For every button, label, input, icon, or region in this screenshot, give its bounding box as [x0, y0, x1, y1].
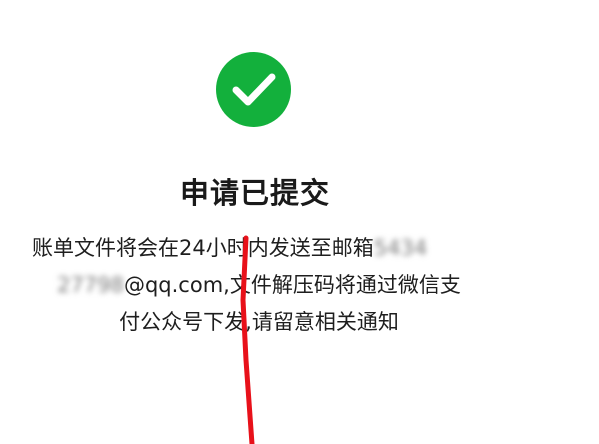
check-icon — [232, 73, 276, 106]
notice-text-3: 付公众号下发,请留意相关通知 — [119, 310, 399, 334]
notice-line-1: 账单文件将会在24小时内发送至邮箱5434 — [24, 230, 494, 267]
red-annotation-line — [240, 235, 255, 444]
notice-text-1: 账单文件将会在24小时内发送至邮箱 — [32, 236, 374, 260]
notice-text-2: 文件解压码将通过微信支 — [229, 273, 461, 297]
success-badge — [216, 52, 291, 127]
email-domain: @qq.com, — [123, 273, 230, 297]
masked-email-part-1: 5434 — [373, 236, 428, 260]
notice-line-2: 27798@qq.com,文件解压码将通过微信支 — [24, 267, 494, 304]
notice-line-3: 付公众号下发,请留意相关通知 — [24, 304, 494, 341]
submission-success-page: 申请已提交 账单文件将会在24小时内发送至邮箱5434 27798@qq.com… — [0, 0, 599, 444]
page-title: 申请已提交 — [179, 176, 330, 210]
masked-email-part-2: 27798 — [57, 273, 124, 297]
notice-message: 账单文件将会在24小时内发送至邮箱5434 27798@qq.com,文件解压码… — [24, 230, 494, 341]
